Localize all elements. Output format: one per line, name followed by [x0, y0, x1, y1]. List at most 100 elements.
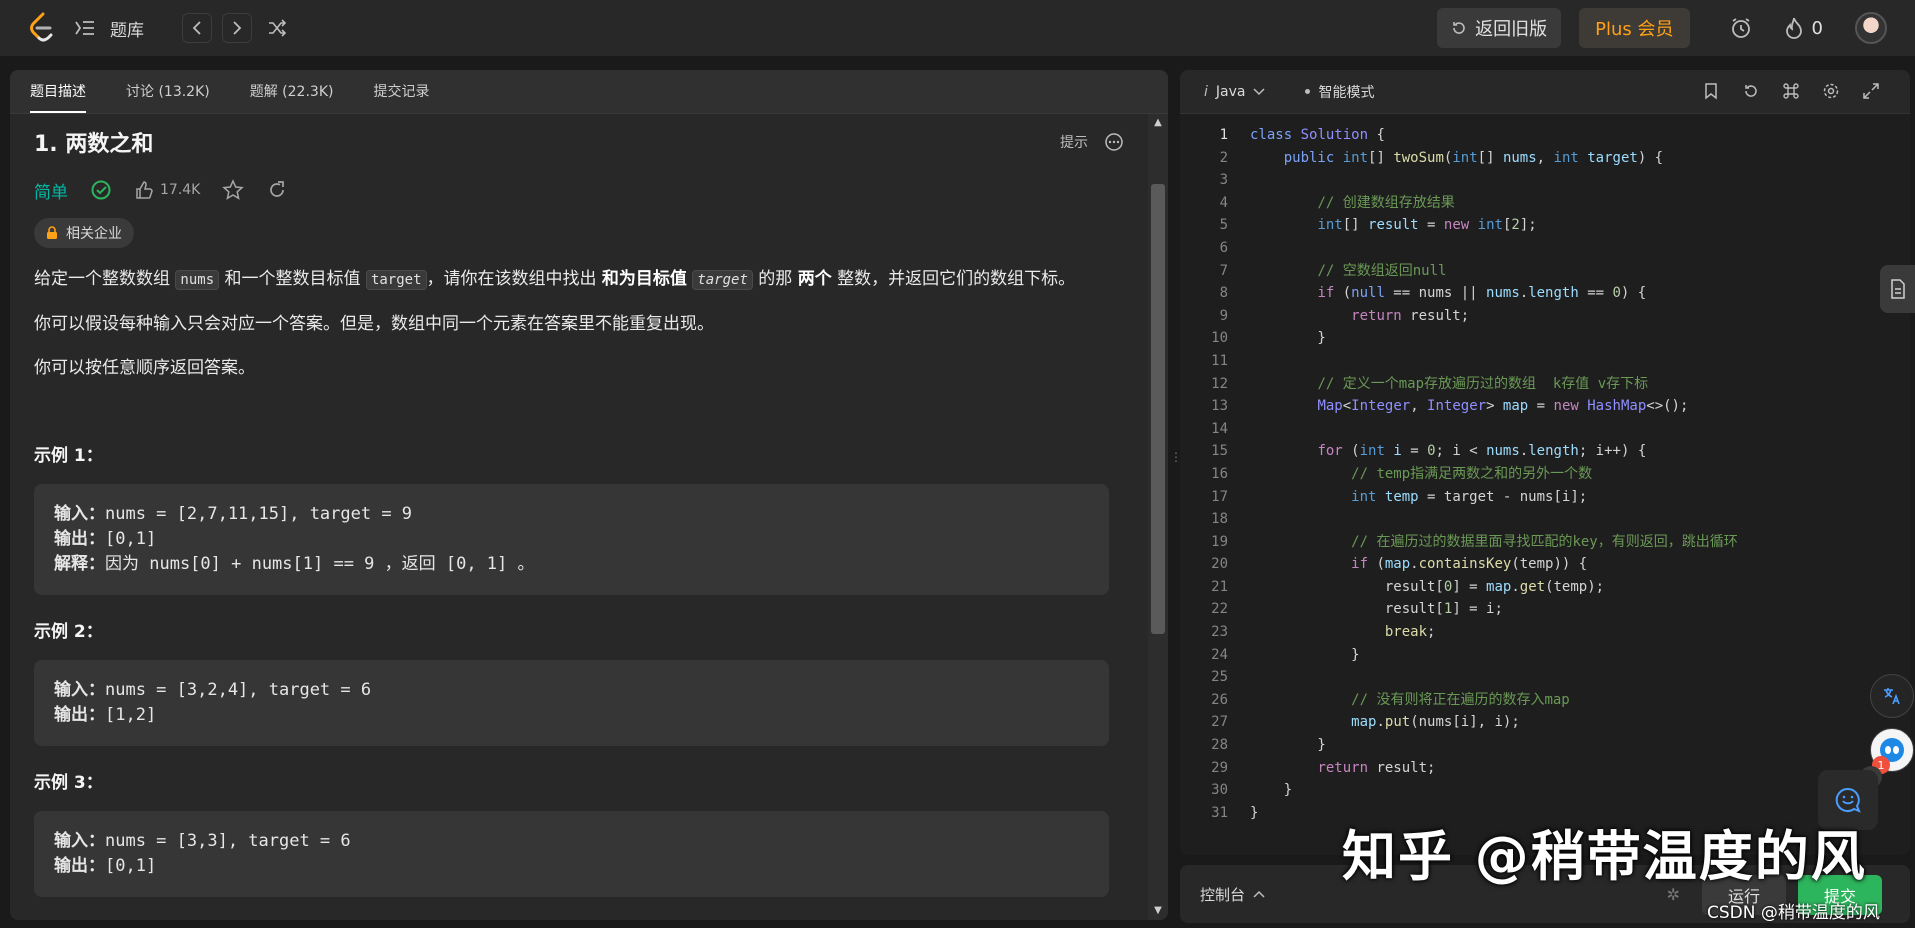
line-number: 2 — [1219, 149, 1228, 166]
tab-description[interactable]: 题目描述 — [30, 81, 86, 113]
line-number: 10 — [1211, 330, 1228, 347]
code-editor[interactable]: 1 class Solution { 2 public int[] twoSum(… — [1180, 124, 1910, 854]
translate-icon — [1884, 688, 1900, 705]
fullscreen-icon[interactable] — [1862, 82, 1880, 100]
chevron-right-icon — [233, 21, 242, 35]
desc-text: 和一个整数目标值 — [219, 269, 366, 289]
gear-icon[interactable] — [1822, 82, 1840, 100]
example-output: [0,1] — [105, 856, 157, 876]
next-problem-button[interactable] — [222, 13, 252, 43]
example-input: nums = [2,7,11,15], target = 9 — [105, 504, 413, 524]
line-number: 27 — [1211, 714, 1228, 731]
example-1-title: 示例 1： — [34, 446, 103, 466]
difficulty-badge: 简单 — [34, 182, 68, 203]
like-count: 17.4K — [160, 182, 201, 198]
description-scrollbar[interactable]: ▲ ▼ — [1148, 114, 1168, 920]
prev-problem-button[interactable] — [182, 13, 212, 43]
problem-list-label[interactable]: 题库 — [110, 16, 144, 41]
description-paragraph-3: 你可以按任意顺序返回答案。 — [34, 358, 255, 378]
zhihu-watermark: 知乎 @稍带温度的风 — [1342, 825, 1867, 888]
example-label: 输出： — [54, 705, 105, 725]
example-label: 输出： — [54, 529, 105, 549]
code-editor-panel: i Java 智能模式 1 class Solution { 2 public i… — [1180, 70, 1910, 855]
solved-check-icon — [91, 180, 111, 200]
shortcut-command-icon[interactable] — [1782, 82, 1800, 100]
scroll-up-arrow-icon[interactable]: ▲ — [1152, 118, 1164, 128]
alarm-clock-icon — [1731, 18, 1750, 38]
code-target: target — [365, 270, 427, 290]
language-select[interactable]: i Java — [1204, 84, 1265, 100]
example-2-box: 输入：nums = [3,2,4], target = 6 输出：[1,2] — [34, 660, 1109, 746]
line-number: 29 — [1211, 759, 1228, 776]
description-paragraph-1: 给定一个整数数组 nums 和一个整数目标值 target ，请你在该数组中找出 … — [34, 266, 1134, 293]
console-toggle[interactable]: 控制台 — [1200, 884, 1265, 905]
notes-side-tab[interactable] — [1880, 265, 1915, 313]
flame-icon — [1785, 17, 1802, 39]
hint-link[interactable]: 提示 — [1060, 132, 1088, 152]
chat-smile-icon — [1835, 787, 1861, 813]
line-number: 17 — [1211, 488, 1228, 505]
panel-resize-handle[interactable]: ⋮ — [1170, 450, 1182, 470]
line-number: 22 — [1211, 601, 1228, 618]
code-target-italic: target — [692, 270, 753, 290]
line-number: 7 — [1219, 262, 1228, 279]
chevron-down-icon — [1253, 87, 1265, 95]
description-paragraph-2: 你可以假设每种输入只会对应一个答案。但是，数组中同一个元素在答案里不能重复出现。 — [34, 314, 714, 334]
translate-button[interactable] — [1870, 674, 1914, 718]
scroll-down-arrow-icon[interactable]: ▼ — [1152, 906, 1164, 916]
example-3-box: 输入：nums = [3,3], target = 6 输出：[0,1] — [34, 811, 1109, 897]
editor-toolbar: i Java 智能模式 — [1180, 70, 1910, 114]
example-3-title: 示例 3： — [34, 773, 103, 793]
info-icon: i — [1204, 83, 1208, 100]
smart-mode-toggle[interactable]: 智能模式 — [1305, 82, 1374, 102]
streak-counter[interactable]: 0 — [1784, 16, 1823, 40]
line-number: 31 — [1211, 804, 1228, 821]
old-version-label: 返回旧版 — [1475, 19, 1548, 40]
plus-membership-button[interactable]: Plus 会员 — [1579, 8, 1690, 48]
random-problem-button[interactable] — [262, 13, 292, 43]
example-label: 输入： — [54, 680, 105, 700]
star-icon[interactable] — [222, 179, 245, 201]
example-label: 输入： — [54, 831, 105, 851]
user-avatar[interactable] — [1855, 12, 1887, 44]
streak-count: 0 — [1811, 17, 1823, 39]
line-number: 23 — [1211, 624, 1228, 641]
lock-icon — [47, 226, 57, 239]
shuffle-icon — [269, 19, 287, 37]
more-options-icon[interactable] — [1104, 132, 1124, 152]
desc-bold: 两个 — [797, 269, 832, 289]
alarm-clock-button[interactable] — [1726, 13, 1756, 43]
bookmark-icon[interactable] — [1702, 82, 1720, 100]
problem-content: 1. 两数之和 提示 简单 17.4K 相关企业 给定一个整数数组 nums 和… — [34, 122, 1134, 897]
share-icon[interactable] — [266, 179, 288, 201]
problem-list-icon[interactable] — [70, 13, 100, 43]
tab-solutions[interactable]: 题解 (22.3K) — [250, 81, 334, 113]
example-output: [0,1] — [105, 529, 157, 549]
scrollbar-thumb[interactable] — [1151, 184, 1165, 634]
rotate-icon — [1453, 22, 1465, 34]
example-output: [1,2] — [105, 705, 157, 725]
line-number: 26 — [1211, 691, 1228, 708]
line-number: 6 — [1219, 239, 1228, 256]
example-label: 输入： — [54, 504, 105, 524]
line-number: 12 — [1211, 375, 1228, 392]
related-companies-button[interactable]: 相关企业 — [34, 218, 134, 248]
problem-tabs: 题目描述 讨论 (13.2K) 题解 (22.3K) 提交记录 — [10, 70, 1168, 114]
like-button[interactable]: 17.4K — [134, 180, 200, 200]
language-label: Java — [1215, 83, 1246, 100]
leetcode-logo-icon[interactable] — [26, 12, 56, 44]
tab-submissions[interactable]: 提交记录 — [373, 81, 429, 113]
reset-code-icon[interactable] — [1742, 82, 1760, 100]
line-number: 15 — [1211, 443, 1228, 460]
tab-discussion[interactable]: 讨论 (13.2K) — [126, 81, 210, 113]
problem-title: 1. 两数之和 — [34, 132, 154, 157]
line-number: 20 — [1211, 556, 1228, 573]
line-number: 4 — [1219, 194, 1228, 211]
problem-panel: 题目描述 讨论 (13.2K) 题解 (22.3K) 提交记录 1. 两数之和 … — [10, 70, 1168, 920]
document-icon — [1890, 279, 1905, 299]
line-number: 16 — [1211, 465, 1228, 482]
line-number: 24 — [1211, 646, 1228, 663]
old-version-button[interactable]: 返回旧版 — [1437, 8, 1562, 48]
line-number: 3 — [1219, 172, 1228, 189]
line-number: 18 — [1211, 511, 1228, 528]
